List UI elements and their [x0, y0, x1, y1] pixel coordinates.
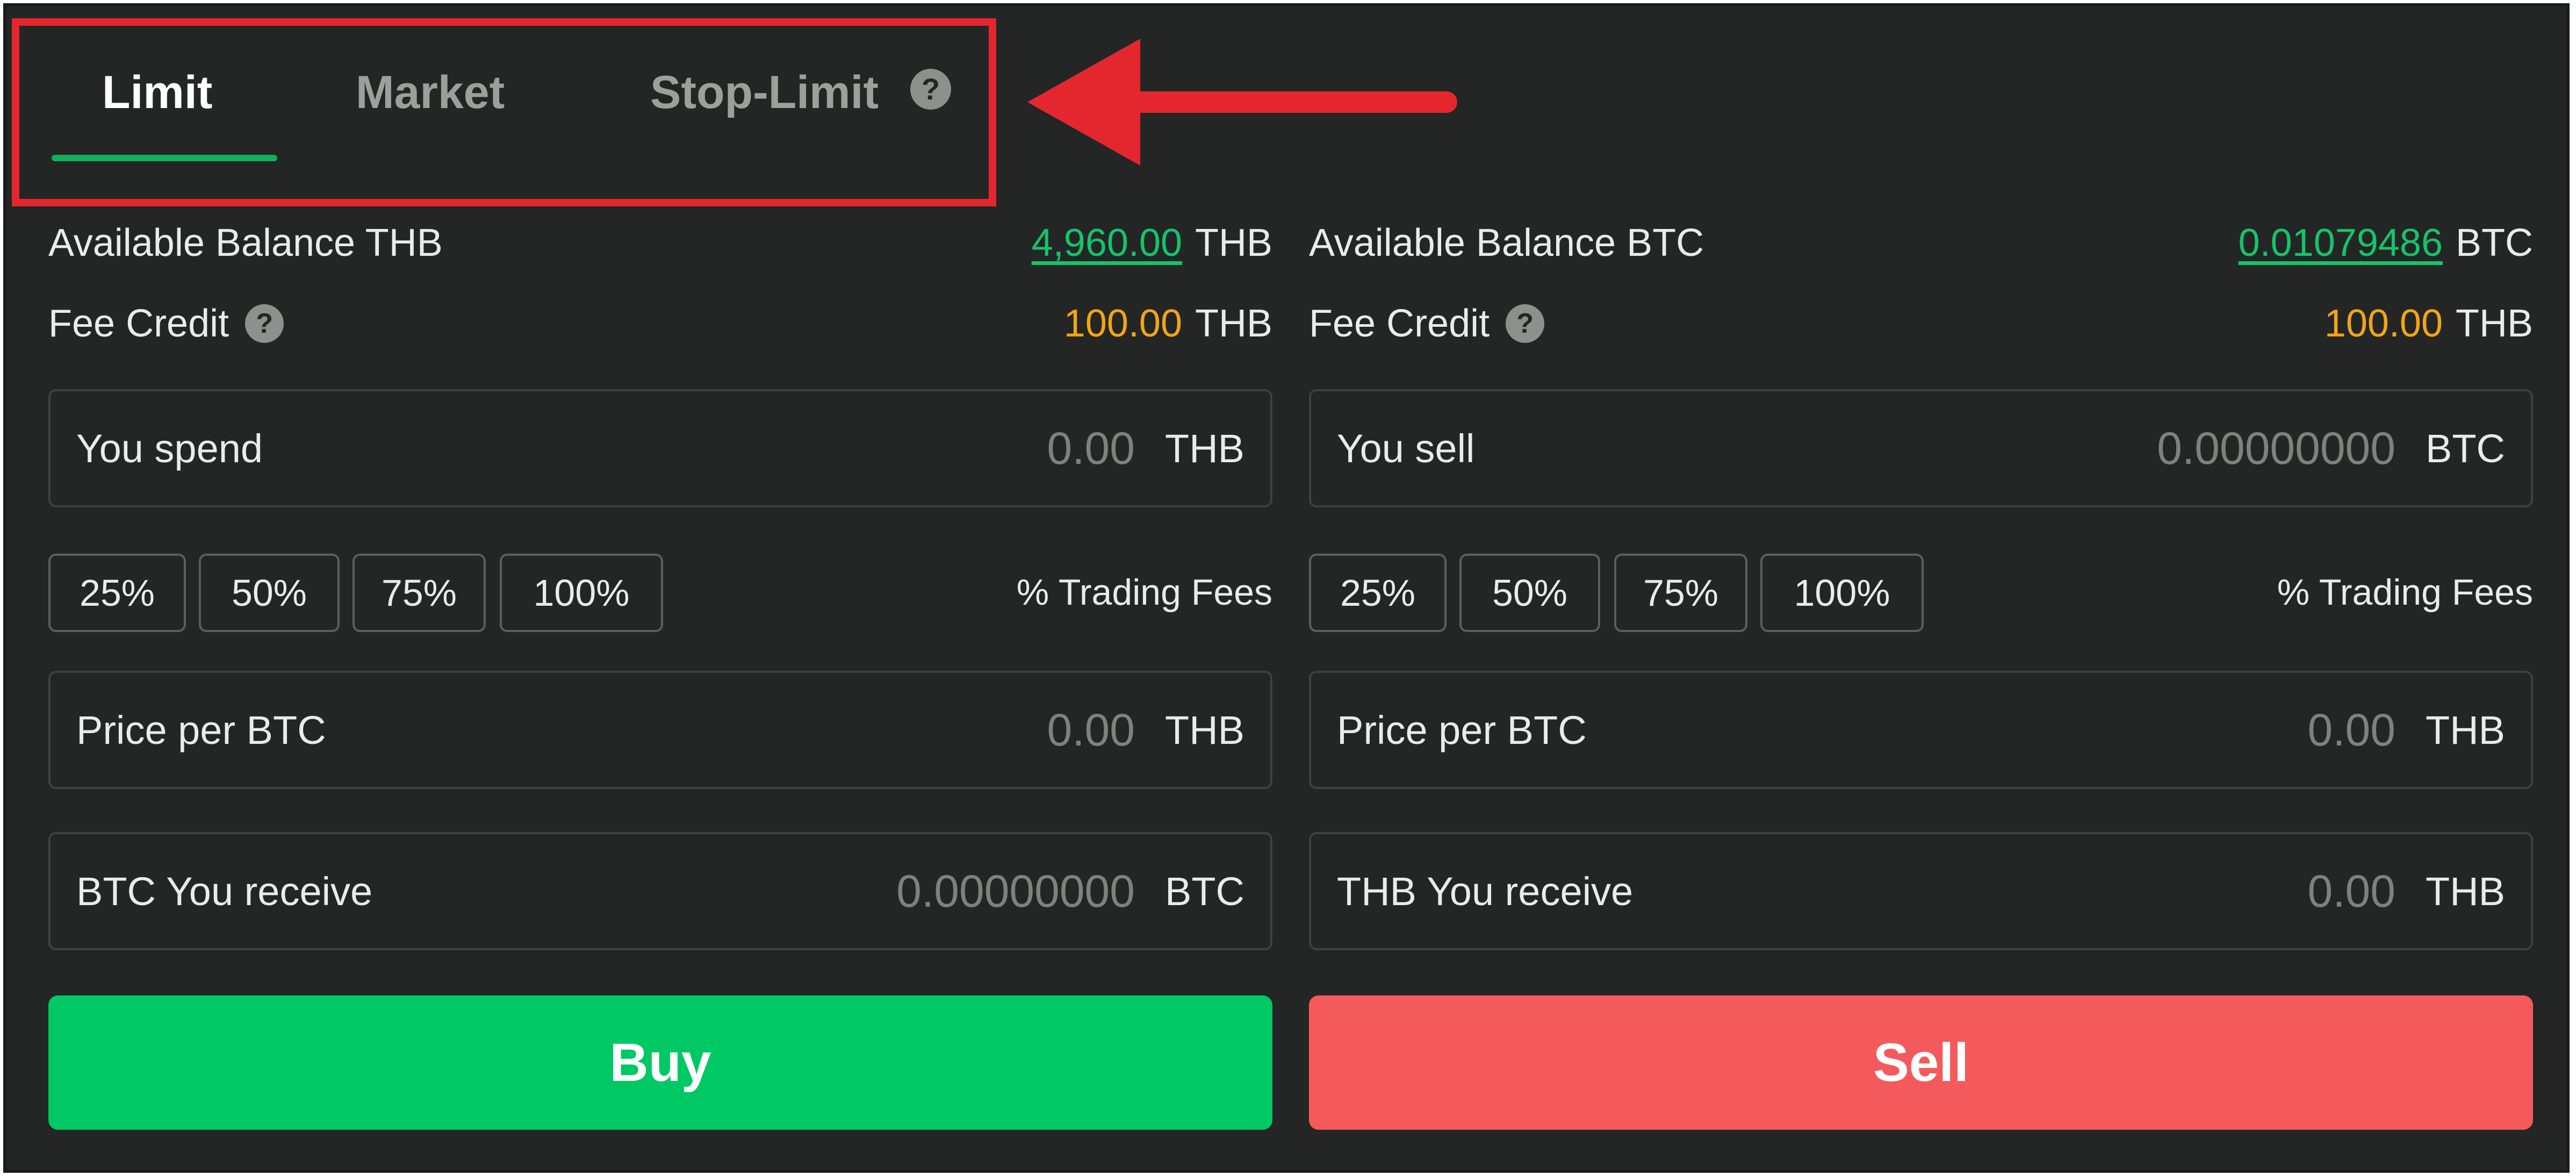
sell-price-unit: THB [2426, 707, 2505, 752]
sell-percent-100-button[interactable]: 100% [1760, 554, 1924, 632]
sell-percent-75-button[interactable]: 75% [1614, 554, 1747, 632]
buy-fee-value: 100.00 [1063, 302, 1182, 345]
buy-fee-row: Fee Credit ? 100.00 THB [48, 297, 1272, 350]
sell-balance-row: Available Balance BTC 0.01079486 BTC [1309, 216, 2533, 270]
buy-percent-50-button[interactable]: 50% [199, 554, 340, 632]
sell-amount-unit: BTC [2426, 426, 2505, 471]
sell-price-value: 0.00 [2307, 704, 2396, 755]
buy-receive-input[interactable]: BTC You receive 0.00000000 BTC [48, 832, 1272, 950]
sell-amount-input[interactable]: You sell 0.00000000 BTC [1309, 389, 2533, 507]
sell-fee-label: Fee Credit [1309, 302, 1490, 345]
sell-price-label: Price per BTC [1337, 707, 1587, 752]
buy-price-unit: THB [1165, 707, 1244, 752]
sell-balance-label: Available Balance BTC [1309, 221, 1704, 264]
trade-panel: Limit Market Stop-Limit ? Available Bala… [3, 3, 2570, 1173]
buy-percent-25-button[interactable]: 25% [48, 554, 186, 632]
annotation-arrow-icon [1027, 39, 1457, 166]
buy-spend-input[interactable]: You spend 0.00 THB [48, 389, 1272, 507]
sell-receive-label: THB You receive [1337, 869, 1634, 914]
sell-receive-unit: THB [2426, 869, 2505, 914]
sell-button[interactable]: Sell [1309, 995, 2533, 1130]
sell-fee-unit: THB [2456, 302, 2533, 345]
buy-spend-value: 0.00 [1047, 422, 1135, 474]
buy-price-value: 0.00 [1047, 704, 1135, 755]
sell-fee-value: 100.00 [2324, 302, 2443, 345]
buy-percent-75-button[interactable]: 75% [352, 554, 486, 632]
tab-market[interactable]: Market [356, 66, 505, 119]
buy-balance-label: Available Balance THB [48, 221, 443, 264]
active-tab-underline [52, 155, 277, 161]
sell-trading-fees-label: % Trading Fees [2277, 572, 2533, 613]
buy-trading-fees-label: % Trading Fees [1016, 572, 1272, 613]
buy-balance-row: Available Balance THB 4,960.00 THB [48, 216, 1272, 270]
sell-amount-value: 0.00000000 [2157, 422, 2395, 474]
tab-stop-limit[interactable]: Stop-Limit [650, 66, 879, 119]
buy-percent-100-button[interactable]: 100% [500, 554, 663, 632]
buy-balance-unit: THB [1195, 221, 1272, 264]
buy-fee-label: Fee Credit [48, 302, 229, 345]
sell-price-input[interactable]: Price per BTC 0.00 THB [1309, 671, 2533, 789]
buy-button[interactable]: Buy [48, 995, 1272, 1130]
sell-percent-50-button[interactable]: 50% [1459, 554, 1600, 632]
sell-receive-input[interactable]: THB You receive 0.00 THB [1309, 832, 2533, 950]
buy-fee-help-icon[interactable]: ? [245, 304, 284, 343]
buy-fee-unit: THB [1195, 302, 1272, 345]
buy-spend-unit: THB [1165, 426, 1244, 471]
sell-amount-label: You sell [1337, 426, 1475, 471]
buy-price-input[interactable]: Price per BTC 0.00 THB [48, 671, 1272, 789]
buy-price-label: Price per BTC [76, 707, 326, 752]
sell-receive-value: 0.00 [2307, 865, 2396, 916]
sell-fee-row: Fee Credit ? 100.00 THB [1309, 297, 2533, 350]
buy-receive-value: 0.00000000 [896, 865, 1135, 916]
buy-receive-unit: BTC [1165, 869, 1244, 914]
tab-limit[interactable]: Limit [102, 66, 212, 119]
sell-fee-help-icon[interactable]: ? [1506, 304, 1545, 343]
sell-percent-25-button[interactable]: 25% [1309, 554, 1447, 632]
buy-spend-label: You spend [76, 426, 263, 471]
buy-balance-value[interactable]: 4,960.00 [1032, 221, 1182, 265]
sell-balance-unit: BTC [2456, 221, 2533, 264]
stop-limit-help-icon[interactable]: ? [910, 69, 951, 110]
buy-receive-label: BTC You receive [76, 869, 373, 914]
sell-balance-value[interactable]: 0.01079486 [2239, 221, 2443, 265]
